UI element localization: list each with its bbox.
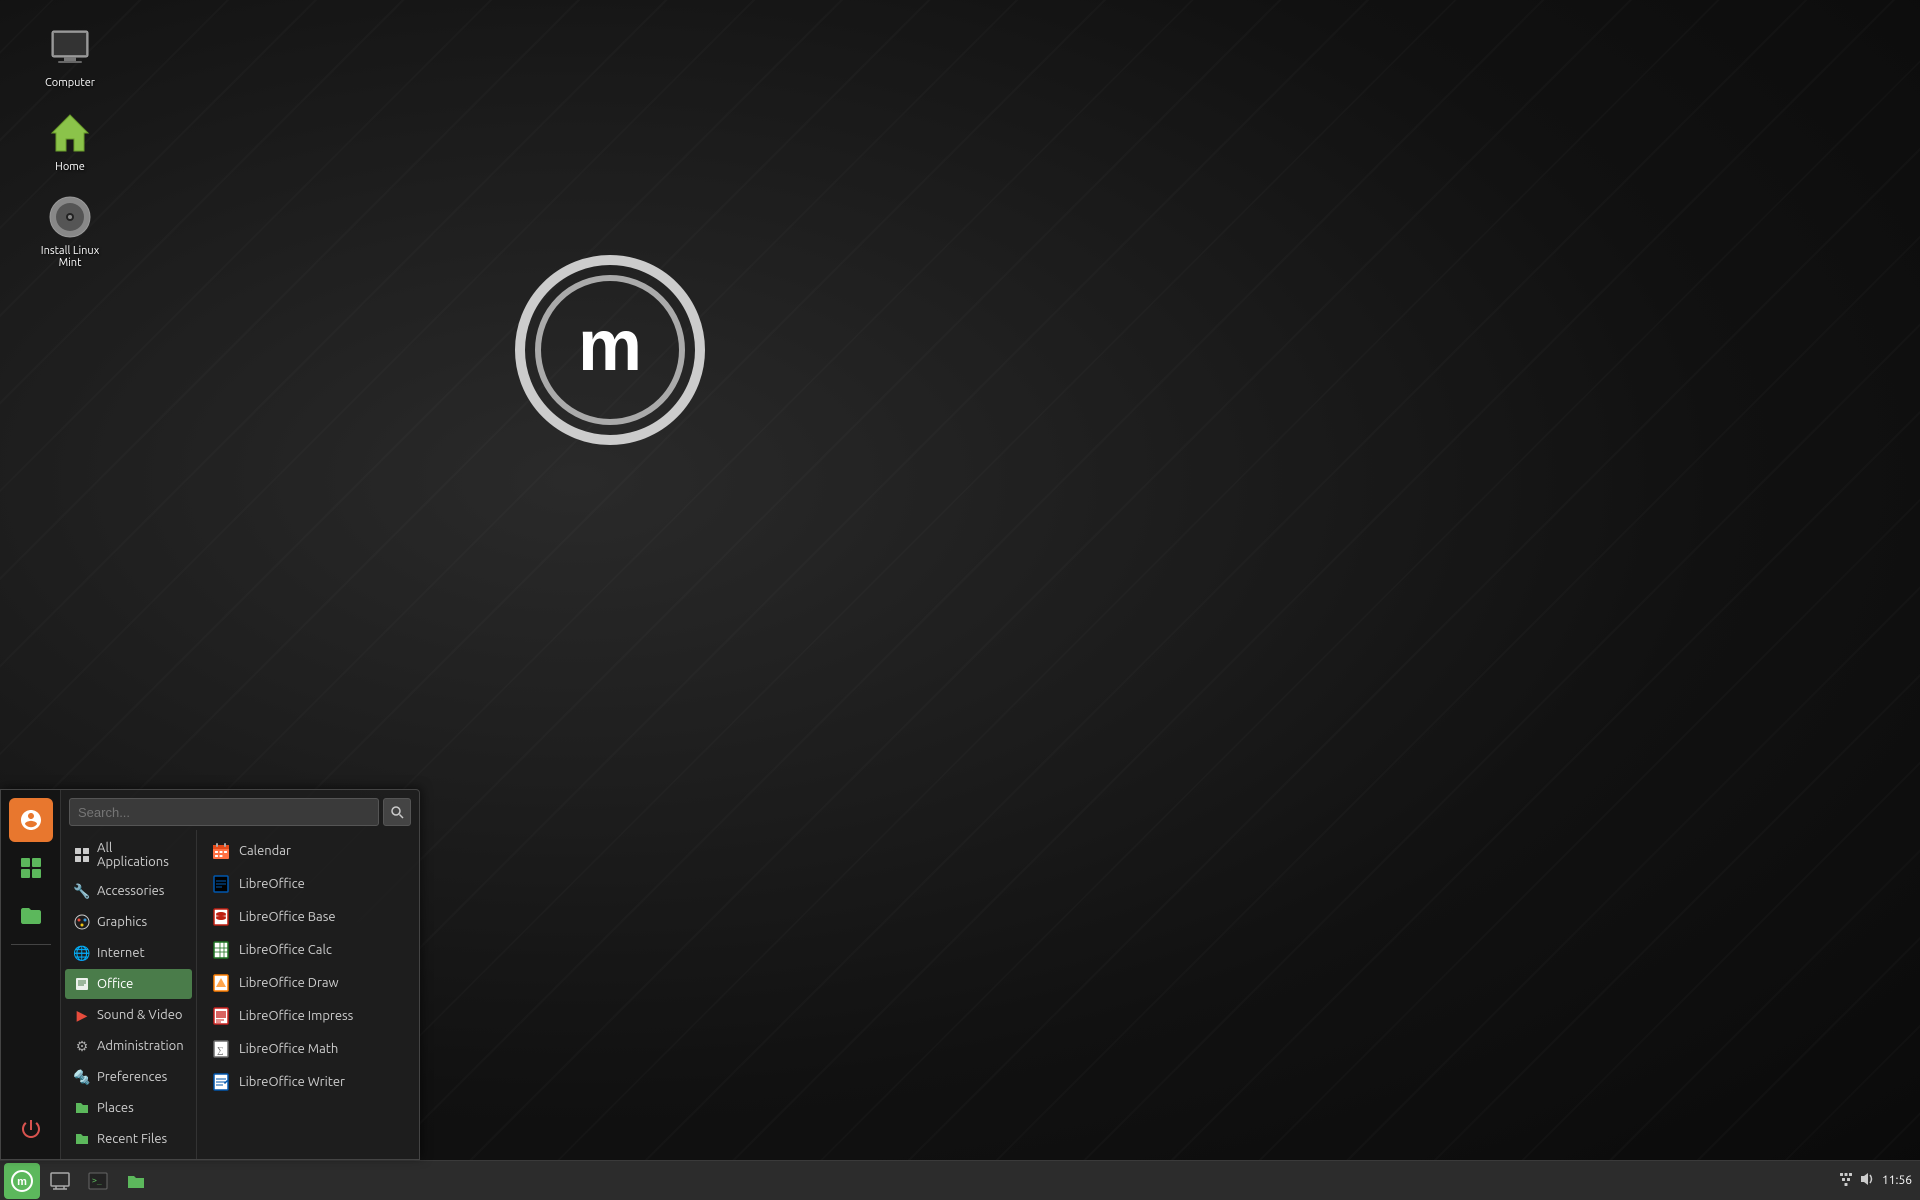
category-preferences[interactable]: 🔩 Preferences: [65, 1062, 192, 1092]
sound-video-label: Sound & Video: [97, 1008, 183, 1022]
category-office[interactable]: Office: [65, 969, 192, 999]
recent-files-label: Recent Files: [97, 1132, 167, 1146]
calendar-label: Calendar: [239, 844, 291, 858]
preferences-label: Preferences: [97, 1070, 167, 1084]
app-libreoffice-writer[interactable]: LibreOffice Writer: [201, 1066, 415, 1098]
calendar-icon: [211, 841, 231, 861]
menu-sidebar: [1, 790, 61, 1159]
libreoffice-icon: [211, 874, 231, 894]
menu-main: All Applications 🔧 Accessories: [61, 790, 419, 1159]
home-label: Home: [55, 161, 85, 173]
category-internet[interactable]: 🌐 Internet: [65, 938, 192, 968]
office-icon: [73, 975, 91, 993]
accessories-icon: 🔧: [73, 882, 91, 900]
taskbar-menu-button[interactable]: m: [4, 1163, 40, 1199]
places-label: Places: [97, 1101, 134, 1115]
all-applications-label: All Applications: [97, 841, 184, 869]
app-libreoffice-draw[interactable]: LibreOffice Draw: [201, 967, 415, 999]
accessories-label: Accessories: [97, 884, 164, 898]
libreoffice-writer-label: LibreOffice Writer: [239, 1075, 345, 1089]
menu-content-area: All Applications 🔧 Accessories: [61, 830, 419, 1159]
libreoffice-math-label: LibreOffice Math: [239, 1042, 338, 1056]
app-libreoffice-base[interactable]: LibreOffice Base: [201, 901, 415, 933]
menu-search-bar: [61, 790, 419, 830]
administration-label: Administration: [97, 1039, 184, 1053]
graphics-icon: [73, 913, 91, 931]
home-icon: [46, 109, 94, 157]
internet-label: Internet: [97, 946, 145, 960]
computer-label: Computer: [45, 77, 95, 89]
libreoffice-draw-icon: [211, 973, 231, 993]
libreoffice-draw-label: LibreOffice Draw: [239, 976, 339, 990]
sound-video-icon: ▶: [73, 1006, 91, 1024]
computer-icon: [46, 25, 94, 73]
libreoffice-calc-label: LibreOffice Calc: [239, 943, 332, 957]
taskbar-terminal[interactable]: >_: [80, 1163, 116, 1199]
taskbar-files[interactable]: [118, 1163, 154, 1199]
libreoffice-impress-label: LibreOffice Impress: [239, 1009, 353, 1023]
svg-text:>_: >_: [92, 1176, 102, 1185]
svg-text:∑: ∑: [217, 1045, 223, 1055]
sidebar-favorites-icon[interactable]: [9, 798, 53, 842]
categories-panel: All Applications 🔧 Accessories: [61, 830, 196, 1159]
libreoffice-math-icon: ∑: [211, 1039, 231, 1059]
desktop-icon-home[interactable]: Home: [30, 104, 110, 178]
svg-text:m: m: [578, 306, 642, 386]
taskbar-right: 11:56: [1838, 1171, 1920, 1190]
administration-icon: ⚙: [73, 1037, 91, 1055]
app-calendar[interactable]: Calendar: [201, 835, 415, 867]
app-menu: All Applications 🔧 Accessories: [0, 789, 420, 1160]
desktop-icons: Computer Home Install Linux Mint: [30, 0, 110, 274]
libreoffice-writer-icon: [211, 1072, 231, 1092]
libreoffice-base-label: LibreOffice Base: [239, 910, 336, 924]
mint-logo: m: [500, 240, 720, 460]
category-accessories[interactable]: 🔧 Accessories: [65, 876, 192, 906]
places-icon: [73, 1099, 91, 1117]
graphics-label: Graphics: [97, 915, 147, 929]
libreoffice-base-icon: [211, 907, 231, 927]
app-libreoffice-calc[interactable]: LibreOffice Calc: [201, 934, 415, 966]
category-places[interactable]: Places: [65, 1093, 192, 1123]
app-libreoffice-math[interactable]: ∑ LibreOffice Math: [201, 1033, 415, 1065]
category-all-applications[interactable]: All Applications: [65, 835, 192, 875]
category-recent-files[interactable]: Recent Files: [65, 1124, 192, 1154]
taskbar-left: m >_: [0, 1163, 154, 1199]
desktop-icon-computer[interactable]: Computer: [30, 20, 110, 94]
taskbar-network-icon: [1838, 1171, 1854, 1190]
category-graphics[interactable]: Graphics: [65, 907, 192, 937]
app-libreoffice[interactable]: LibreOffice: [201, 868, 415, 900]
taskbar-show-desktop[interactable]: [42, 1163, 78, 1199]
category-sound-video[interactable]: ▶ Sound & Video: [65, 1000, 192, 1030]
search-input[interactable]: [69, 798, 379, 826]
apps-panel: Calendar LibreOffice: [196, 830, 419, 1159]
desktop: m Computer Home: [0, 0, 1920, 1200]
svg-text:m: m: [17, 1176, 27, 1188]
install-label: Install Linux Mint: [35, 245, 105, 269]
category-administration[interactable]: ⚙ Administration: [65, 1031, 192, 1061]
libreoffice-impress-icon: [211, 1006, 231, 1026]
internet-icon: 🌐: [73, 944, 91, 962]
taskbar-volume-icon: [1860, 1171, 1876, 1190]
app-libreoffice-impress[interactable]: LibreOffice Impress: [201, 1000, 415, 1032]
all-applications-icon: [73, 846, 91, 864]
search-button[interactable]: [383, 798, 411, 826]
desktop-icon-install[interactable]: Install Linux Mint: [30, 188, 110, 274]
install-icon: [46, 193, 94, 241]
taskbar-clock: 11:56: [1882, 1174, 1912, 1187]
preferences-icon: 🔩: [73, 1068, 91, 1086]
taskbar: m >_: [0, 1160, 1920, 1200]
libreoffice-calc-icon: [211, 940, 231, 960]
sidebar-power-icon[interactable]: [9, 1107, 53, 1151]
office-label: Office: [97, 977, 133, 991]
libreoffice-label: LibreOffice: [239, 877, 305, 891]
recent-files-icon: [73, 1130, 91, 1148]
sidebar-files-icon[interactable]: [9, 894, 53, 938]
sidebar-all-apps-icon[interactable]: [9, 846, 53, 890]
sidebar-separator: [11, 944, 51, 945]
